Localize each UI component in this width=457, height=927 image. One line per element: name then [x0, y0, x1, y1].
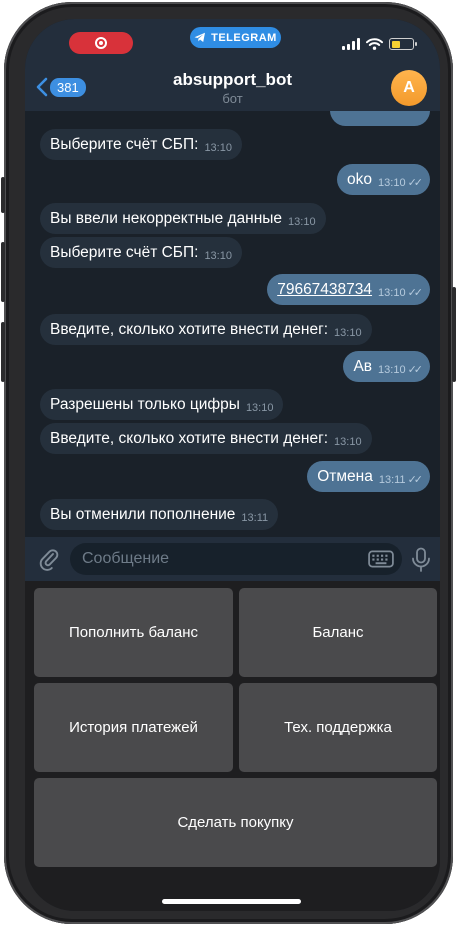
message-time: 13:10 — [204, 249, 232, 262]
message-time: 13:10 — [288, 215, 316, 228]
bot-reply-keyboard: Пополнить баланс Баланс История платежей… — [25, 581, 440, 911]
message-input[interactable]: Сообщение — [70, 543, 402, 575]
message-text: Вы отменили пополнение — [50, 505, 236, 523]
double-check-icon: ✓✓ — [407, 364, 424, 376]
message-time: 13:10 — [378, 363, 406, 376]
message-bubble[interactable]: Отмена 13:11 ✓✓ — [307, 461, 430, 492]
message-text: Разрешены только цифры — [50, 395, 240, 413]
message-bubble[interactable]: Выберите счёт СБП: 13:10 — [40, 129, 242, 160]
message-input-placeholder: Сообщение — [82, 550, 170, 567]
keyboard-icon[interactable] — [368, 550, 394, 568]
message-text: oko — [347, 170, 373, 188]
telegram-plane-icon — [194, 32, 206, 42]
app-pill-label: TELEGRAM — [211, 31, 277, 44]
message-bubble[interactable]: oko 13:10 ✓✓ — [337, 164, 430, 195]
paperclip-icon[interactable] — [39, 547, 59, 571]
message-bubble-partial — [330, 111, 430, 126]
double-check-icon: ✓✓ — [407, 287, 424, 299]
message-composer: Сообщение — [25, 537, 440, 581]
message-text: Выберите счёт СБП: — [50, 243, 199, 261]
chat-subtitle: бот — [222, 91, 243, 106]
message-time: 13:11 — [378, 473, 406, 486]
top-up-balance-button[interactable]: Пополнить баланс — [34, 588, 233, 677]
double-check-icon: ✓✓ — [407, 177, 424, 189]
message-bubble[interactable]: 79667438734 13:10 ✓✓ — [267, 274, 430, 305]
volume-up-button — [1, 242, 5, 302]
tech-support-button[interactable]: Тех. поддержка — [239, 683, 437, 772]
message-time: 13:10 — [334, 435, 362, 448]
double-check-icon: ✓✓ — [407, 474, 424, 486]
telegram-app-pill[interactable]: TELEGRAM — [190, 27, 281, 48]
phone-number-link[interactable]: 79667438734 — [277, 281, 372, 299]
silent-switch — [1, 177, 5, 213]
message-bubble[interactable]: Введите, сколько хотите внести денег: 13… — [40, 314, 372, 345]
chat-title[interactable]: absupport_bot — [25, 70, 440, 90]
telegram-screen: TELEGRAM 381 absupport_bot бот A Выберит… — [25, 19, 440, 911]
message-text: Выберите счёт СБП: — [50, 135, 199, 153]
message-bubble[interactable]: Выберите счёт СБП: 13:10 — [40, 237, 242, 268]
status-icons — [342, 38, 417, 50]
message-list[interactable]: Выберите счёт СБП: 13:10 oko 13:10 ✓✓ Вы… — [25, 111, 440, 537]
cellular-signal-icon — [342, 38, 360, 50]
balance-button[interactable]: Баланс — [239, 588, 437, 677]
message-time: 13:10 — [334, 326, 362, 339]
message-bubble[interactable]: Введите, сколько хотите внести денег: 13… — [40, 423, 372, 454]
message-text: Вы ввели некорректные данные — [50, 209, 283, 227]
power-button — [452, 287, 456, 382]
message-text: Отмена — [317, 467, 373, 485]
message-text: Ав — [353, 357, 373, 375]
message-time: 13:10 — [204, 141, 232, 154]
message-time: 13:10 — [378, 176, 406, 189]
record-icon — [95, 37, 107, 49]
microphone-icon[interactable] — [410, 547, 432, 573]
message-bubble[interactable]: Ав 13:10 ✓✓ — [343, 351, 430, 382]
message-time: 13:10 — [245, 401, 274, 414]
chat-header: TELEGRAM 381 absupport_bot бот A — [25, 19, 440, 111]
phone-frame: TELEGRAM 381 absupport_bot бот A Выберит… — [1, 2, 456, 924]
avatar[interactable]: A — [391, 70, 427, 106]
message-time: 13:11 — [241, 511, 269, 524]
battery-level — [391, 40, 400, 48]
wifi-icon — [366, 38, 383, 50]
message-bubble[interactable]: Разрешены только цифры 13:10 — [40, 389, 284, 420]
message-bubble[interactable]: Вы ввели некорректные данные 13:10 — [40, 203, 326, 234]
volume-down-button — [1, 322, 5, 382]
payment-history-button[interactable]: История платежей — [34, 683, 233, 772]
message-time: 13:10 — [378, 286, 406, 299]
message-bubble[interactable]: Вы отменили пополнение 13:11 — [40, 499, 279, 530]
message-text: Введите, сколько хотите внести денег: — [50, 320, 329, 338]
make-purchase-button[interactable]: Сделать покупку — [34, 778, 437, 867]
battery-icon — [389, 38, 417, 50]
message-text: Введите, сколько хотите внести денег: — [50, 429, 329, 447]
screen-recording-indicator[interactable] — [69, 32, 133, 54]
home-indicator[interactable] — [162, 899, 301, 904]
